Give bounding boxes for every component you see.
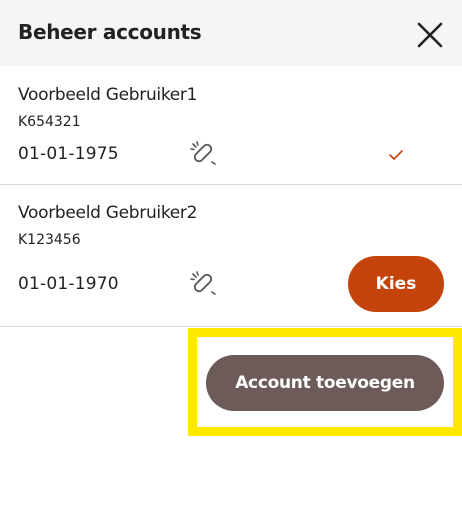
account-birthdate: 01-01-1970 [18,274,119,294]
link-icon [190,141,216,165]
divider [0,326,462,327]
divider [0,184,462,185]
account-id: K123456 [18,232,81,248]
modal-header: Beheer accounts [0,0,462,66]
page-title: Beheer accounts [18,20,202,44]
check-icon [389,150,403,160]
account-name: Voorbeeld Gebruiker1 [18,85,198,105]
account-item-2: Voorbeeld Gebruiker2 K123456 01-01-1970 … [0,186,462,326]
account-item-1[interactable]: Voorbeeld Gebruiker1 K654321 01-01-1975 [0,68,462,184]
account-name: Voorbeeld Gebruiker2 [18,203,198,223]
add-account-button[interactable]: Account toevoegen [206,355,444,411]
account-id: K654321 [18,114,81,130]
close-button[interactable] [414,19,446,51]
choose-account-button[interactable]: Kies [348,256,444,312]
account-birthdate: 01-01-1975 [18,144,119,164]
close-icon [417,22,443,48]
link-icon [190,271,216,295]
